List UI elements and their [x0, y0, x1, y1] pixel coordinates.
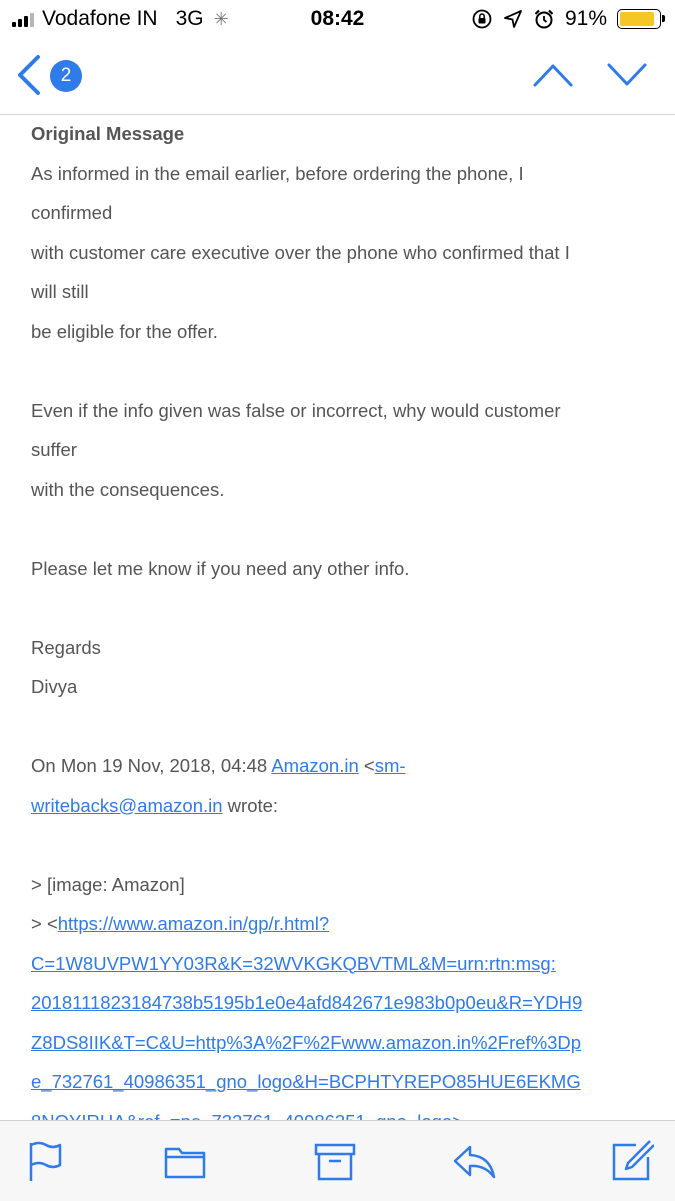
bottom-toolbar — [0, 1120, 675, 1201]
amazon-url-link[interactable]: 2018111823184738b5195b1e0e4afd842671e983… — [31, 992, 582, 1013]
body-line — [31, 707, 631, 747]
location-arrow-icon — [504, 10, 522, 28]
reply-icon[interactable] — [452, 1139, 496, 1183]
battery-fill — [620, 12, 654, 26]
body-line: Regards — [31, 636, 101, 658]
body-line — [31, 588, 631, 628]
rotation-lock-icon — [472, 9, 492, 29]
quoted-link-prefix: > < — [31, 913, 58, 934]
quoted-link-line: 2018111823184738b5195b1e0e4afd842671e983… — [31, 983, 631, 1023]
amazon-url-link[interactable]: Z8DS8IIK&T=C&U=http%3A%2F%2Fwww.amazon.i… — [31, 1032, 581, 1053]
body-line: Divya — [31, 676, 78, 697]
battery-percent: 91% — [564, 7, 607, 30]
quote-intro-prefix: On Mon 19 Nov, 2018, 04:48 — [31, 755, 272, 776]
amazon-url-link[interactable]: 8NQYIRHA&ref_=pe_732761_40986351_gno_log… — [31, 1111, 463, 1121]
body-line: Even if the info given was false or inco… — [31, 399, 561, 421]
quoted-link-line: 8NQYIRHA&ref_=pe_732761_40986351_gno_log… — [31, 1102, 631, 1121]
quote-intro-suffix: wrote: — [222, 794, 279, 816]
quoted-link-line: > <https://www.amazon.in/gp/r.html? — [31, 904, 631, 944]
quoted-link-line: C=1W8UVPW1YY03R&K=32WVKGKQBVTML&M=urn:rt… — [31, 944, 631, 984]
flag-icon[interactable] — [22, 1139, 66, 1183]
body-line: confirmed — [31, 202, 113, 223]
body-line: with the consequences. — [31, 478, 225, 500]
alarm-clock-icon — [534, 9, 554, 29]
original-message-heading: Original Message — [31, 123, 185, 144]
unread-count-badge[interactable]: 2 — [50, 60, 82, 92]
chevron-down-icon[interactable] — [606, 62, 648, 88]
amazon-url-link[interactable]: C=1W8UVPW1YY03R&K=32WVKGKQBVTML&M=urn:rt… — [31, 953, 556, 974]
chevron-up-icon[interactable] — [532, 62, 574, 88]
body-line: suffer — [31, 439, 77, 460]
quoted-link-line: Z8DS8IIK&T=C&U=http%3A%2F%2Fwww.amazon.i… — [31, 1023, 631, 1063]
sender-email-link-part1[interactable]: sm- — [375, 755, 406, 776]
body-line: Please let me know if you need any other… — [31, 557, 410, 579]
quote-intro-line: On Mon 19 Nov, 2018, 04:48 Amazon.in <sm… — [31, 746, 631, 786]
amazon-url-link[interactable]: https://www.amazon.in/gp/r.html? — [58, 913, 329, 934]
quoted-image-line: > [image: Amazon] — [31, 873, 185, 895]
status-right: 91% — [471, 7, 665, 31]
quote-intro-line-2: writebacks@amazon.in wrote: — [31, 786, 631, 826]
body-line: be eligible for the offer. — [31, 320, 218, 342]
status-bar: Vodafone IN 3G ✳ 08:42 91% — [0, 0, 675, 38]
body-line: with customer care executive over the ph… — [31, 241, 570, 263]
archive-icon[interactable] — [313, 1139, 357, 1183]
sender-link[interactable]: Amazon.in — [271, 755, 358, 776]
folder-icon[interactable] — [163, 1139, 207, 1183]
body-line: As informed in the email earlier, before… — [31, 162, 524, 184]
message-nav-bar: 2 — [0, 38, 675, 114]
amazon-url-link[interactable]: e_732761_40986351_gno_logo&H=BCPHTYREPO8… — [31, 1071, 581, 1092]
compose-icon[interactable] — [610, 1139, 654, 1183]
body-line — [31, 509, 631, 549]
battery-icon — [617, 9, 665, 29]
email-body: Original Message As informed in the emai… — [31, 114, 631, 1120]
body-line: will still — [31, 281, 89, 302]
quote-intro-mid: < — [358, 755, 375, 776]
quoted-link-line: e_732761_40986351_gno_logo&H=BCPHTYREPO8… — [31, 1062, 631, 1102]
chevron-left-icon[interactable] — [14, 54, 44, 96]
body-line — [31, 351, 631, 391]
sender-email-link-part2[interactable]: writebacks@amazon.in — [31, 795, 223, 816]
